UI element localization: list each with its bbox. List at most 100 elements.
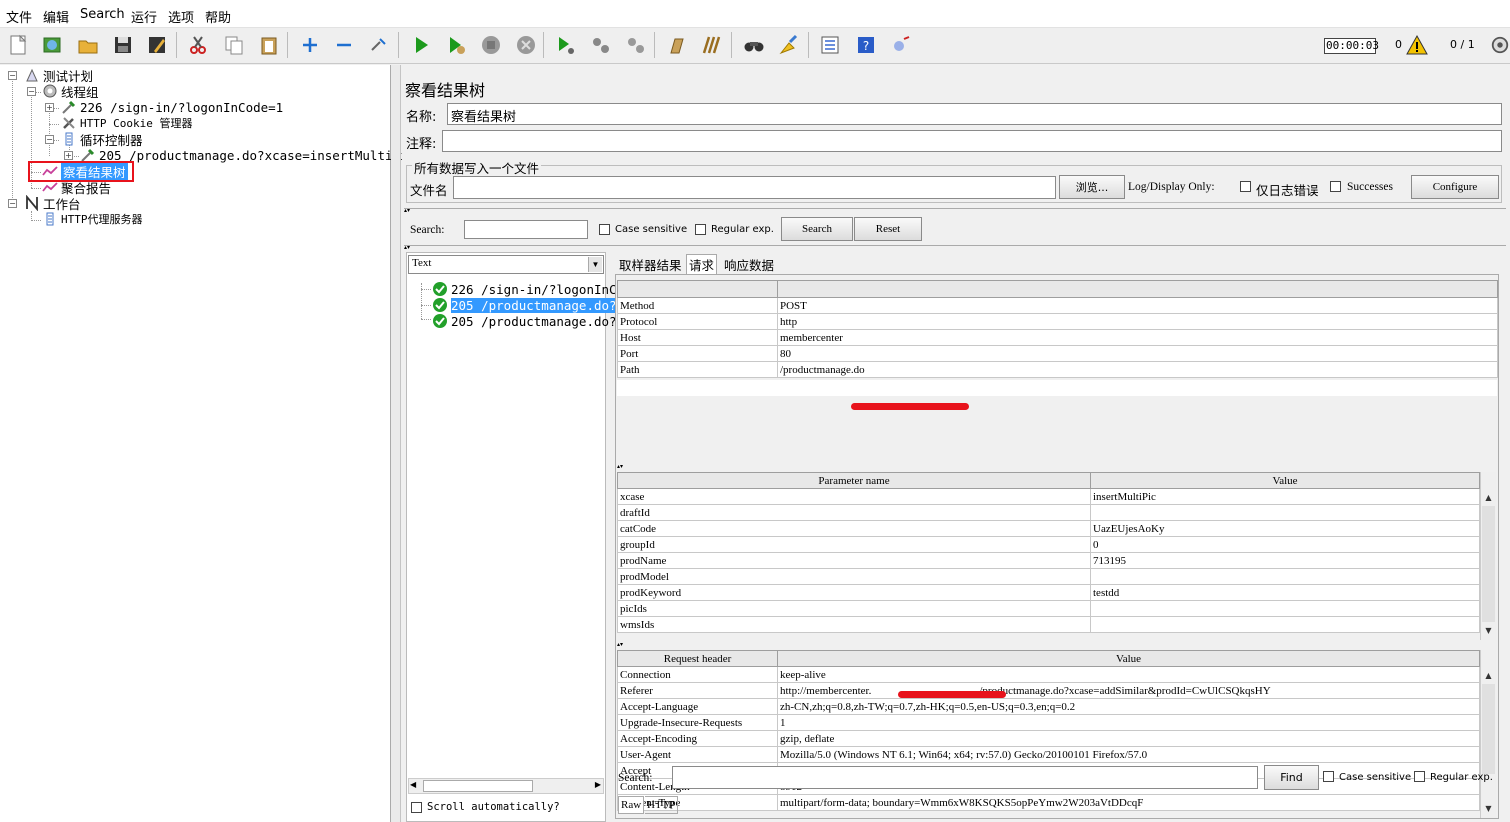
- scroll-auto-checkbox[interactable]: [411, 802, 422, 813]
- table-row[interactable]: draftId: [617, 504, 1480, 521]
- column-header[interactable]: Value: [1090, 472, 1480, 489]
- split-handle[interactable]: ▴▾: [404, 208, 1506, 214]
- save-as-icon[interactable]: [144, 32, 170, 58]
- horizontal-scrollbar[interactable]: ◀ ▶: [408, 778, 604, 794]
- clear-all-icon[interactable]: [699, 32, 725, 58]
- menu-search[interactable]: Search: [80, 7, 125, 22]
- table-row[interactable]: Content-Type multipart/form-data; boundar…: [617, 794, 1480, 811]
- configure-button[interactable]: Configure: [1411, 175, 1499, 199]
- remote-shutdown-icon[interactable]: [623, 32, 649, 58]
- find-button[interactable]: Find: [1264, 765, 1319, 790]
- table-row[interactable]: xcase insertMultiPic: [617, 488, 1480, 505]
- table-row[interactable]: Upgrade-Insecure-Requests 1: [617, 714, 1480, 731]
- regex-checkbox[interactable]: [695, 224, 706, 235]
- bottom-case-sensitive-checkbox[interactable]: [1323, 771, 1334, 782]
- case-sensitive-checkbox[interactable]: [599, 224, 610, 235]
- tree-node-workbench[interactable]: 工作台: [24, 195, 81, 212]
- cut-icon[interactable]: [185, 32, 211, 58]
- scroll-down-icon[interactable]: ▼: [1481, 802, 1496, 816]
- table-row[interactable]: prodModel: [617, 568, 1480, 585]
- table-row[interactable]: Method POST: [617, 297, 1498, 314]
- tree-node-thread-group[interactable]: 线程组: [42, 83, 99, 100]
- search-input[interactable]: [464, 220, 588, 239]
- expand-toggle[interactable]: +: [45, 103, 54, 112]
- comment-field[interactable]: [442, 130, 1502, 152]
- start-no-pause-icon[interactable]: [443, 32, 469, 58]
- search-button[interactable]: Search: [781, 217, 853, 241]
- collapse-icon[interactable]: [331, 32, 357, 58]
- table-row[interactable]: Referer http://membercenter. /productmanag…: [617, 682, 1480, 699]
- chevron-down-icon[interactable]: ▼: [588, 257, 602, 272]
- split-handle[interactable]: ▴▾: [617, 642, 637, 648]
- new-icon[interactable]: [5, 32, 31, 58]
- scroll-thumb[interactable]: [423, 780, 533, 792]
- scroll-thumb[interactable]: [1482, 684, 1495, 774]
- table-row[interactable]: prodName 713195: [617, 552, 1480, 569]
- search-icon[interactable]: [741, 32, 767, 58]
- column-header[interactable]: Request header: [617, 650, 778, 667]
- shutdown-icon[interactable]: [513, 32, 539, 58]
- table-row[interactable]: wmsIds: [617, 616, 1480, 633]
- table-row[interactable]: Accept-Language zh-CN,zh;q=0.8,zh-TW;q=0.…: [617, 698, 1480, 715]
- table-row[interactable]: Port 80: [617, 345, 1498, 362]
- templates-icon[interactable]: [39, 32, 65, 58]
- expand-toggle[interactable]: +: [64, 151, 73, 160]
- paste-icon[interactable]: [256, 32, 282, 58]
- table-row[interactable]: Connection keep-alive: [617, 666, 1480, 683]
- copy-icon[interactable]: [221, 32, 247, 58]
- tree-node-loop-controller[interactable]: 循环控制器: [61, 131, 143, 148]
- tab-sampler-result[interactable]: 取样器结果: [617, 254, 684, 274]
- tree-node-sampler-signin[interactable]: 226 /sign-in/?logonInCode=1: [61, 99, 283, 115]
- warning-icon[interactable]: [1404, 32, 1430, 58]
- save-icon[interactable]: [110, 32, 136, 58]
- split-handle[interactable]: ▴▾: [404, 245, 1506, 251]
- remote-start-icon[interactable]: [553, 32, 579, 58]
- vertical-scrollbar[interactable]: ▲ ▼: [1480, 650, 1496, 818]
- function-helper-icon[interactable]: [817, 32, 843, 58]
- table-row[interactable]: Host membercenter: [617, 329, 1498, 346]
- panel-splitter[interactable]: [391, 65, 401, 822]
- open-icon[interactable]: [75, 32, 101, 58]
- split-handle[interactable]: ▴▾: [617, 464, 637, 470]
- tab-http[interactable]: HTTP: [645, 796, 678, 814]
- remote-icon[interactable]: [888, 32, 914, 58]
- scroll-left-icon[interactable]: ◀: [410, 780, 416, 789]
- collapse-toggle[interactable]: −: [8, 199, 17, 208]
- collapse-toggle[interactable]: −: [27, 87, 36, 96]
- successes-checkbox[interactable]: [1330, 181, 1341, 192]
- clear-icon[interactable]: [664, 32, 690, 58]
- table-row[interactable]: catCode UazEUjesAoKy: [617, 520, 1480, 537]
- column-header[interactable]: Parameter name: [617, 472, 1091, 489]
- table-row[interactable]: User-Agent Mozilla/5.0 (Windows NT 6.1; W…: [617, 746, 1480, 763]
- vertical-scrollbar[interactable]: ▲ ▼: [1480, 472, 1496, 640]
- table-row[interactable]: Protocol http: [617, 313, 1498, 330]
- tab-request[interactable]: 请求: [686, 254, 718, 274]
- renderer-select[interactable]: Text ▼: [408, 255, 604, 274]
- menu-run[interactable]: 运行: [131, 7, 157, 26]
- browse-button[interactable]: 浏览...: [1059, 175, 1125, 199]
- filename-input[interactable]: [453, 176, 1056, 199]
- menu-options[interactable]: 选项: [168, 7, 194, 26]
- reset-button[interactable]: Reset: [854, 217, 922, 241]
- tab-response-data[interactable]: 响应数据: [722, 254, 776, 274]
- expand-icon[interactable]: [297, 32, 323, 58]
- stop-icon[interactable]: [478, 32, 504, 58]
- bottom-regex-checkbox[interactable]: [1414, 771, 1425, 782]
- table-row[interactable]: picIds: [617, 600, 1480, 617]
- tree-node-http-proxy[interactable]: HTTP代理服务器: [42, 211, 143, 227]
- errors-only-checkbox[interactable]: [1240, 181, 1251, 192]
- column-header[interactable]: Value: [777, 650, 1480, 667]
- table-row[interactable]: Accept-Encoding gzip, deflate: [617, 730, 1480, 747]
- name-field[interactable]: 察看结果树: [447, 103, 1502, 125]
- toggle-icon[interactable]: [366, 32, 392, 58]
- scroll-thumb[interactable]: [1482, 506, 1495, 622]
- scroll-up-icon[interactable]: ▲: [1481, 491, 1496, 505]
- table-row[interactable]: prodKeyword testdd: [617, 584, 1480, 601]
- menu-edit[interactable]: 编辑: [43, 7, 69, 26]
- bottom-search-input[interactable]: [672, 766, 1258, 789]
- scroll-down-icon[interactable]: ▼: [1481, 624, 1496, 638]
- menu-file[interactable]: 文件: [6, 7, 32, 26]
- collapse-toggle[interactable]: −: [8, 71, 17, 80]
- menu-help[interactable]: 帮助: [205, 7, 231, 26]
- start-icon[interactable]: [408, 32, 434, 58]
